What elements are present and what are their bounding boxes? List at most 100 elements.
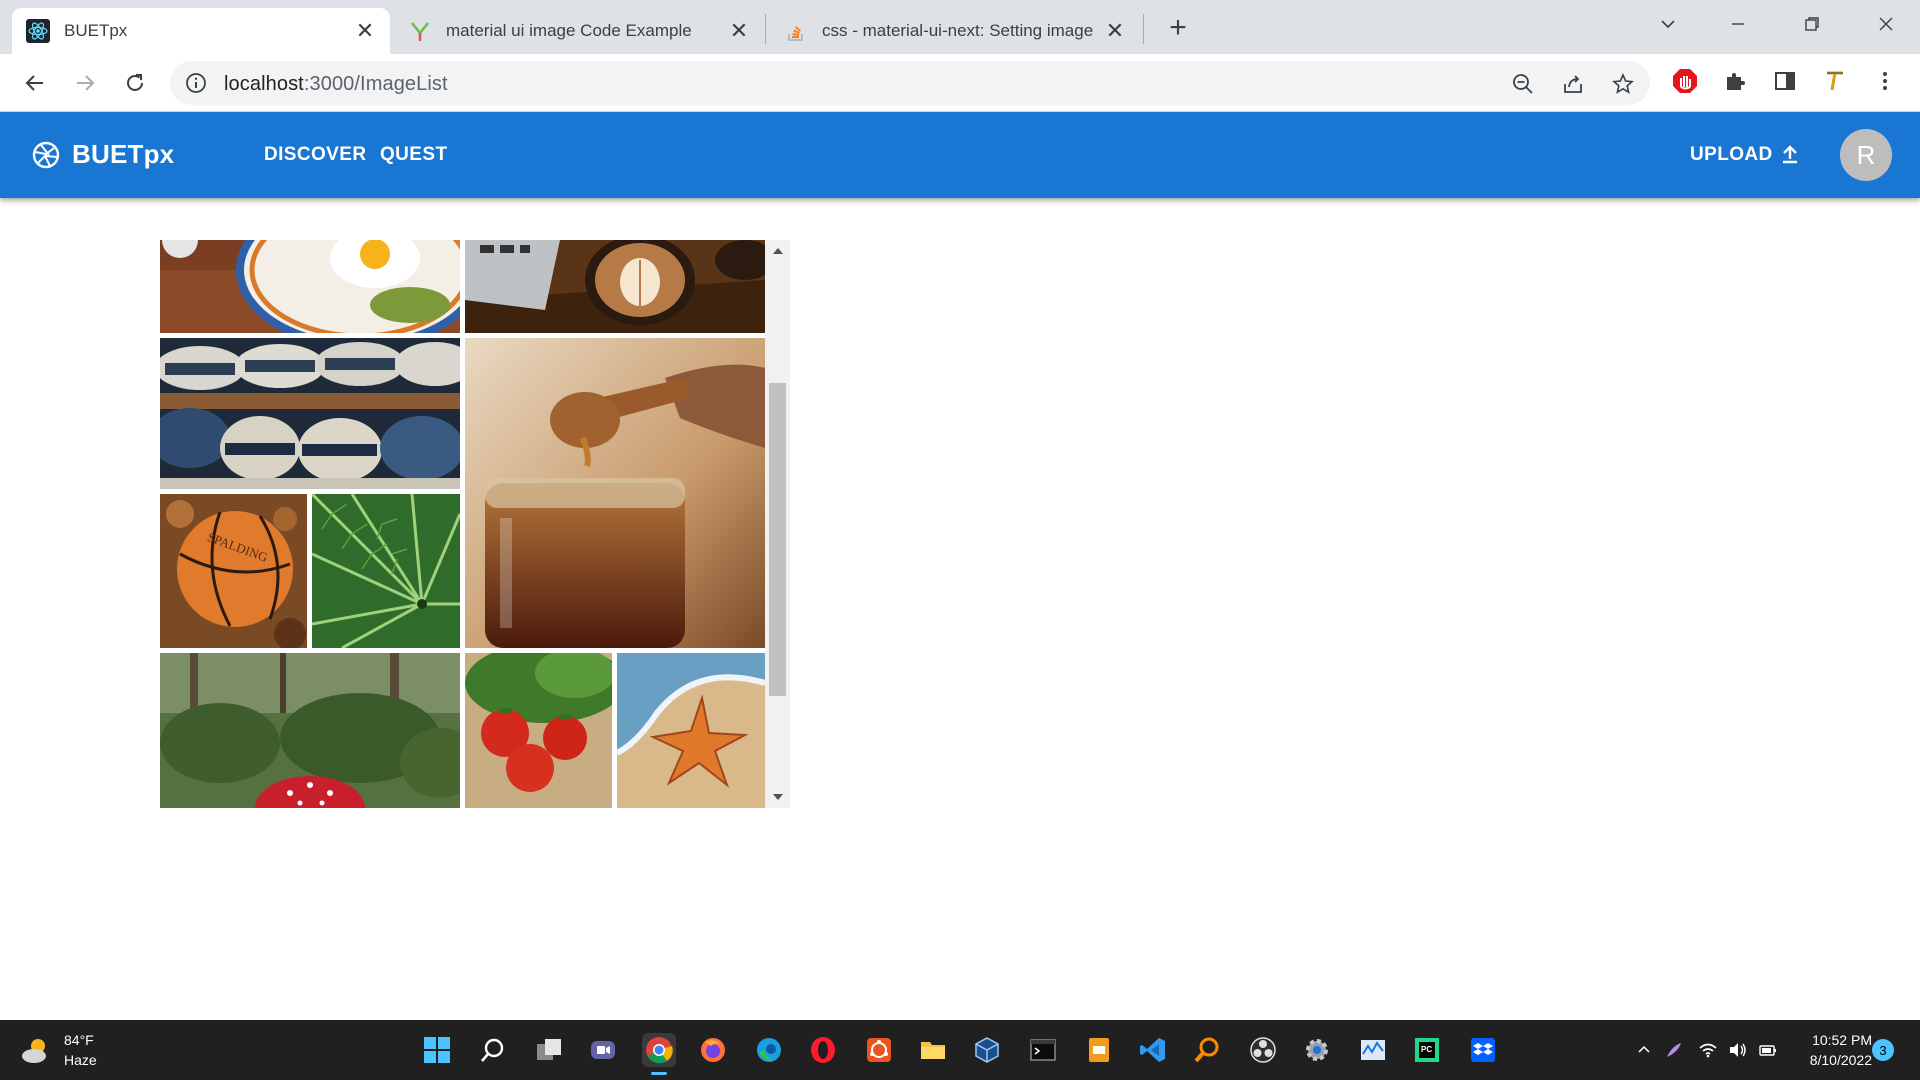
settings-gear-icon[interactable] (1300, 1033, 1334, 1067)
image-list[interactable]: SPALDING (160, 240, 790, 808)
browser-menu-icon[interactable] (1870, 66, 1900, 96)
obs-icon[interactable] (1246, 1033, 1280, 1067)
sea-star-image (617, 653, 765, 808)
tab-title: material ui image Code Example (446, 21, 692, 40)
react-icon (26, 19, 50, 43)
image-tile-mushroom[interactable] (160, 653, 460, 808)
brand-name: BUETpx (72, 139, 175, 169)
browser-tab-strip: BUETpx ✕ material ui image Code Example … (0, 0, 1920, 54)
image-tile-hats[interactable] (160, 338, 460, 489)
adblock-icon[interactable] (1670, 66, 1700, 96)
clock-time: 10:52 PM (1812, 1032, 1872, 1048)
reload-icon[interactable] (118, 66, 152, 100)
tab-separator (1143, 14, 1144, 44)
ubuntu-icon[interactable] (862, 1033, 896, 1067)
nav-quest-button[interactable]: QUEST (380, 144, 447, 166)
image-tile-honey[interactable] (465, 338, 765, 648)
clock[interactable]: 10:52 PM 8/10/2022 (1790, 1030, 1872, 1070)
pen-feather-icon[interactable] (1662, 1038, 1686, 1062)
tab-material-ui-image[interactable]: material ui image Code Example ✕ (394, 8, 764, 54)
close-tab-icon[interactable]: ✕ (1104, 18, 1126, 43)
image-tile-tomato-basil[interactable] (465, 653, 612, 808)
back-icon[interactable] (18, 66, 52, 100)
weather-widget[interactable]: 84°F Haze (20, 1030, 97, 1070)
new-tab-button[interactable]: + (1162, 11, 1194, 44)
stackoverflow-icon (784, 19, 808, 43)
side-panel-icon[interactable] (1770, 66, 1800, 96)
hats-image (160, 338, 460, 489)
tab-stackoverflow[interactable]: css - material-ui-next: Setting image ✕ (770, 8, 1140, 54)
dropbox-icon[interactable] (1466, 1033, 1500, 1067)
battery-icon[interactable] (1756, 1038, 1780, 1062)
image-tile-sea-star[interactable] (617, 653, 765, 808)
file-explorer-icon[interactable] (916, 1033, 950, 1067)
teams-chat-icon[interactable] (586, 1033, 620, 1067)
image-tile-fern[interactable] (312, 494, 460, 648)
svg-text:PC: PC (1421, 1045, 1432, 1054)
close-window-icon[interactable] (1864, 6, 1908, 42)
image-tile-breakfast[interactable] (160, 240, 460, 333)
tomato-basil-image (465, 653, 612, 808)
slides-icon[interactable] (1082, 1033, 1116, 1067)
tab-buetpx[interactable]: BUETpx ✕ (12, 8, 390, 54)
windows-start-icon[interactable] (420, 1033, 454, 1067)
extensions-puzzle-icon[interactable] (1720, 66, 1750, 96)
nav-discover-button[interactable]: DISCOVER (264, 144, 366, 166)
scrollbar-thumb[interactable] (769, 383, 786, 696)
latte-coffee-image (465, 240, 765, 333)
edge-icon[interactable] (752, 1033, 786, 1067)
notification-count-badge[interactable]: 3 (1872, 1039, 1894, 1061)
forward-icon[interactable] (68, 66, 102, 100)
tab-separator (765, 14, 766, 44)
wifi-icon[interactable] (1696, 1038, 1720, 1062)
weather-haze-icon (22, 1039, 46, 1063)
brand[interactable]: BUETpx (32, 139, 174, 170)
active-app-indicator (651, 1072, 667, 1075)
weather-temp: 84°F (64, 1032, 94, 1048)
image-tile-basketball[interactable]: SPALDING (160, 494, 307, 648)
address-bar[interactable]: localhost:3000/ImageList (170, 61, 1650, 105)
camera-shutter-icon (32, 141, 60, 169)
close-tab-icon[interactable]: ✕ (728, 18, 750, 43)
tab-title: css - material-ui-next: Setting image (822, 21, 1094, 40)
taskbar: 84°F Haze PC 10:52 PM 8/10/2022 3 (0, 1020, 1920, 1080)
scroll-down-arrow-icon[interactable] (765, 786, 790, 808)
share-icon[interactable] (1560, 71, 1586, 97)
url-text: localhost:3000/ImageList (224, 73, 448, 95)
performance-monitor-icon[interactable] (1356, 1033, 1390, 1067)
honey-jar-image (465, 338, 765, 648)
avatar[interactable]: R (1840, 129, 1892, 181)
fern-image (312, 494, 460, 648)
tab-title: BUETpx (64, 21, 128, 40)
task-view-icon[interactable] (532, 1033, 566, 1067)
site-info-icon[interactable] (184, 71, 208, 95)
search-icon[interactable] (476, 1033, 510, 1067)
search-everything-icon[interactable] (1190, 1033, 1224, 1067)
upload-button[interactable]: UPLOAD (1690, 144, 1801, 166)
tab-search-icon[interactable] (1646, 6, 1690, 42)
pycharm-icon[interactable]: PC (1410, 1033, 1444, 1067)
minimize-icon[interactable] (1716, 6, 1760, 42)
basketball-image: SPALDING (160, 494, 307, 648)
chevron-up-icon[interactable] (1632, 1038, 1656, 1062)
close-tab-icon[interactable]: ✕ (354, 18, 376, 43)
text-extension-icon[interactable] (1820, 66, 1850, 96)
scroll-up-arrow-icon[interactable] (765, 240, 790, 262)
zoom-out-icon[interactable] (1510, 71, 1536, 97)
weather-desc: Haze (64, 1052, 97, 1068)
virtualbox-icon[interactable] (970, 1033, 1004, 1067)
image-tile-coffee[interactable] (465, 240, 765, 333)
terminal-icon[interactable] (1026, 1033, 1060, 1067)
chrome-taskbar-icon[interactable] (642, 1033, 676, 1075)
opera-icon[interactable] (806, 1033, 840, 1067)
restore-icon[interactable] (1790, 6, 1834, 42)
image-list-scrollbar[interactable] (765, 240, 790, 808)
volume-icon[interactable] (1726, 1038, 1750, 1062)
vscode-icon[interactable] (1136, 1033, 1170, 1067)
upload-label: UPLOAD (1690, 144, 1773, 165)
bookmark-star-icon[interactable] (1610, 71, 1636, 97)
firefox-icon[interactable] (696, 1033, 730, 1067)
upload-icon (1782, 145, 1797, 164)
grepper-icon (408, 19, 432, 43)
clock-date: 8/10/2022 (1809, 1052, 1872, 1068)
